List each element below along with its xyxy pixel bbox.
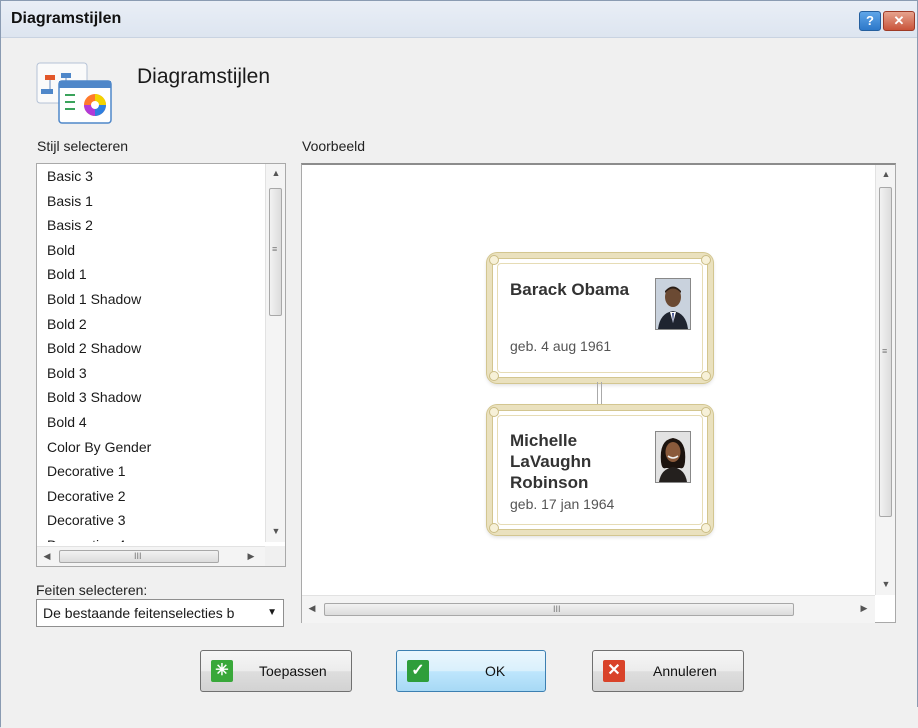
scroll-up-arrow-icon[interactable]: ▲ [876,169,896,179]
name-line: Robinson [510,473,589,492]
person-name: Michelle LaVaughn Robinson [510,430,591,493]
scroll-grip: III [553,604,561,614]
list-item[interactable]: Bold 1 Shadow [37,287,265,312]
page-title: Diagramstijlen [137,65,271,88]
cancel-button[interactable]: ✕ Annuleren [592,650,744,692]
relationship-connector [597,382,602,405]
facts-label: Feiten selecteren: [36,582,148,598]
list-item[interactable]: Bold 2 [37,312,265,337]
ok-button[interactable]: ✓ OK [396,650,546,692]
person-photo [655,278,691,330]
scroll-grip: III [134,551,142,561]
corner-stud [701,371,711,381]
facts-dropdown[interactable]: De bestaande feitenselecties b ▼ [36,599,284,627]
preview-horizontal-scrollbar[interactable]: ◀ III ▶ [302,595,875,623]
list-item[interactable]: Decorative 1 [37,459,265,484]
preview-vertical-scrollbar[interactable]: ▲ ≡ ▼ [875,165,895,595]
list-item[interactable]: Basis 2 [37,213,265,238]
horizontal-scroll-thumb[interactable]: III [59,550,219,563]
scroll-grip: ≡ [272,244,278,254]
title-bar[interactable]: Diagramstijlen ? ✕ [1,1,917,38]
scroll-left-arrow-icon[interactable]: ◀ [37,551,57,562]
person-card-michelle-robinson[interactable]: Michelle LaVaughn Robinson geb. 17 jan 1… [487,405,713,535]
name-line: Michelle [510,431,578,450]
corner-stud [701,407,711,417]
close-button[interactable]: ✕ [883,11,915,31]
person-card-barack-obama[interactable]: Barack Obama geb. 4 aug 1961 [487,253,713,383]
scroll-right-arrow-icon[interactable]: ▶ [854,603,874,614]
apply-button[interactable]: ✳ Toepassen [200,650,352,692]
scroll-thumb[interactable]: ≡ [879,187,892,517]
scroll-down-arrow-icon[interactable]: ▼ [876,579,896,589]
horizontal-scroll-thumb[interactable]: III [324,603,794,616]
cancel-x-icon: ✕ [603,660,625,682]
list-item[interactable]: Bold 1 [37,262,265,287]
name-line: Barack Obama [510,280,630,299]
person-name: Barack Obama [510,279,629,300]
chevron-down-icon[interactable]: ▼ [267,607,277,618]
ok-button-label: OK [485,663,506,679]
checkmark-icon: ✓ [407,660,429,682]
corner-stud [489,371,499,381]
style-list-items: Basic 3 Basis 1 Basis 2 Bold Bold 1 Bold… [37,164,265,542]
cancel-button-label: Annuleren [653,663,717,679]
scroll-right-arrow-icon[interactable]: ▶ [241,551,261,562]
list-item[interactable]: Bold 3 Shadow [37,385,265,410]
person-birth-date: geb. 17 jan 1964 [510,496,615,512]
list-item[interactable]: Bold [37,238,265,263]
corner-stud [489,407,499,417]
corner-stud [489,255,499,265]
window-title: Diagramstijlen [11,10,122,27]
list-item[interactable]: Bold 2 Shadow [37,336,265,361]
list-item[interactable]: Decorative 3 [37,508,265,533]
list-item[interactable]: Decorative 4 [37,533,265,542]
scroll-down-arrow-icon[interactable]: ▼ [266,526,285,536]
list-item[interactable]: Color By Gender [37,435,265,460]
list-item[interactable]: Basic 3 [37,164,265,189]
dialog-window: Diagramstijlen ? ✕ Diagramstijlen Stijl … [0,0,918,728]
style-list-horizontal-scrollbar[interactable]: ◀ III ▶ [37,546,265,566]
scroll-corner [265,546,285,566]
list-item[interactable]: Bold 4 [37,410,265,435]
name-line: LaVaughn [510,452,592,471]
list-item[interactable]: Bold 3 [37,361,265,386]
preview-label: Voorbeeld [302,138,366,154]
apply-button-label: Toepassen [259,663,327,679]
style-listbox[interactable]: Basic 3 Basis 1 Basis 2 Bold Bold 1 Bold… [36,163,286,567]
scroll-grip: ≡ [882,346,888,356]
corner-stud [701,255,711,265]
person-photo [655,431,691,483]
diagram-styles-icon [35,61,115,125]
scroll-left-arrow-icon[interactable]: ◀ [302,603,322,614]
scroll-thumb[interactable]: ≡ [269,188,282,316]
corner-stud [701,523,711,533]
list-item[interactable]: Decorative 2 [37,484,265,509]
scroll-up-arrow-icon[interactable]: ▲ [266,168,285,178]
apply-sparkle-icon: ✳ [211,660,233,682]
list-item[interactable]: Basis 1 [37,189,265,214]
style-list-vertical-scrollbar[interactable]: ▲ ≡ ▼ [265,164,285,542]
facts-selected-value: De bestaande feitenselecties b [43,605,235,621]
corner-stud [489,523,499,533]
person-birth-date: geb. 4 aug 1961 [510,338,612,354]
resize-grip-area [1,707,918,728]
style-list-label: Stijl selecteren [37,138,129,154]
help-button[interactable]: ? [859,11,881,31]
